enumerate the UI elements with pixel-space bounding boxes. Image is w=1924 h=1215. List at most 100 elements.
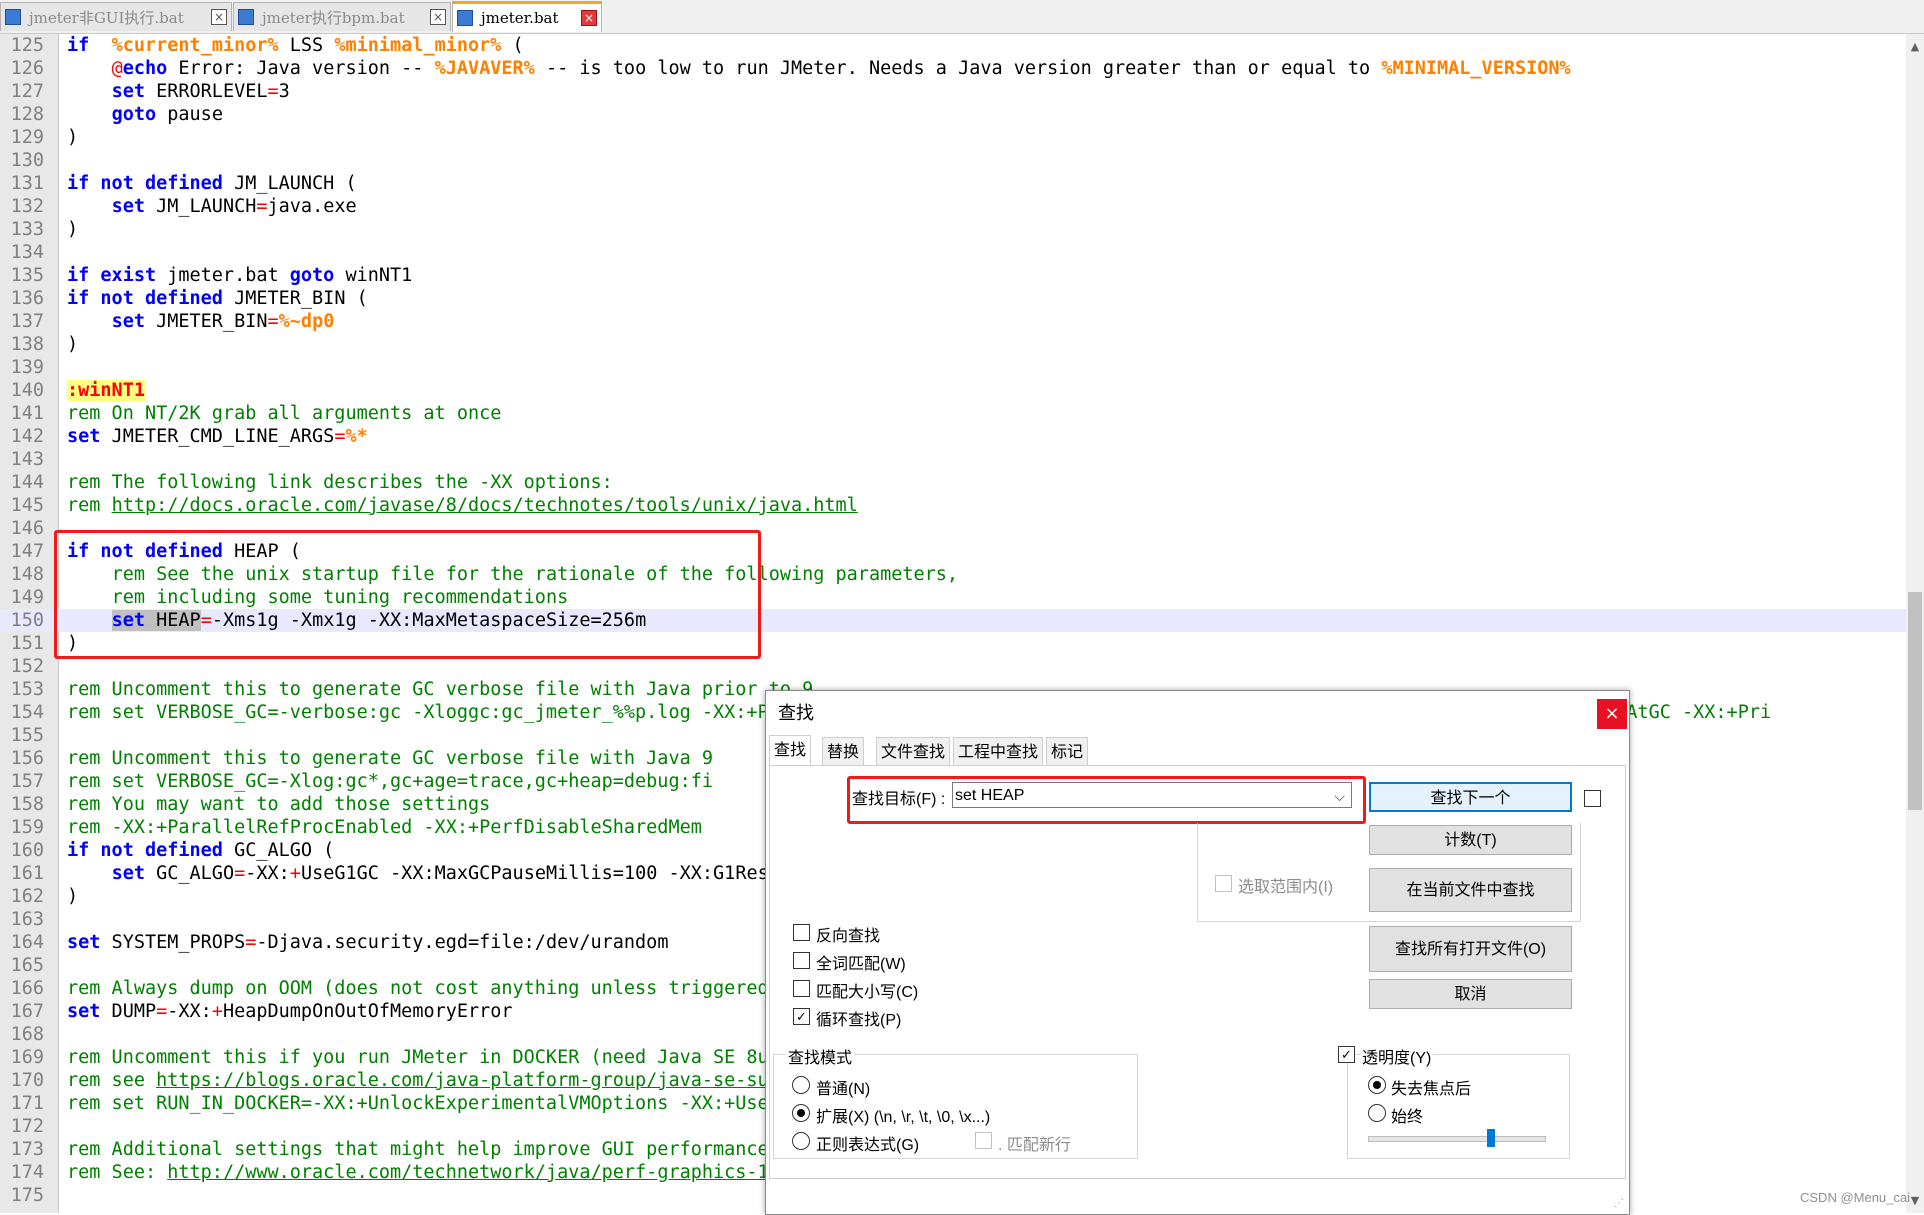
on-lose-focus-radio[interactable]: [1368, 1076, 1386, 1094]
match-newline-checkbox[interactable]: [975, 1132, 992, 1149]
tab-label: jmeter非GUI执行.bat: [29, 8, 184, 27]
tab-find-in-files[interactable]: 文件查找: [876, 737, 951, 766]
whole-word-checkbox[interactable]: [793, 952, 810, 969]
scroll-down-icon[interactable]: ▼: [1908, 1194, 1922, 1208]
code-token: %minimal_minor%: [334, 35, 502, 56]
code-line[interactable]: 129): [0, 126, 1906, 149]
search-mode-title: 查找模式: [786, 1044, 855, 1068]
code-line[interactable]: 137 set JMETER_BIN=%~dp0: [0, 310, 1906, 333]
code-line[interactable]: 138): [0, 333, 1906, 356]
transparency-checkbox[interactable]: ✓: [1338, 1046, 1355, 1063]
cancel-button[interactable]: 取消: [1369, 979, 1572, 1009]
save-file-icon: [457, 10, 473, 26]
code-token: rem see: [67, 1070, 157, 1091]
tab-file-2[interactable]: jmeter执行bpm.bat ×: [233, 2, 451, 31]
code-text: rem Always dump on OOM (does not cost an…: [67, 977, 780, 1000]
code-token: http://docs.oracle.com/javase/8/docs/tec…: [111, 495, 858, 516]
tab-find-in-projects[interactable]: 工程中查找: [953, 737, 1044, 766]
resize-grip-icon[interactable]: ⋰: [1614, 1198, 1624, 1209]
line-number: 125: [10, 35, 44, 56]
whole-word-label: 全词匹配(W): [816, 956, 906, 973]
close-icon[interactable]: ×: [581, 10, 597, 26]
code-line[interactable]: 142 set JMETER_CMD_LINE_ARGS=%*: [0, 425, 1906, 448]
code-token: HeapDumpOnOutOfMemoryError: [222, 1001, 513, 1022]
code-token: rem On NT/2K grab all arguments at once: [67, 403, 502, 424]
code-line[interactable]: 140:winNT1: [0, 379, 1906, 402]
code-text: ): [67, 885, 78, 908]
mode-extended-radio[interactable]: [792, 1104, 810, 1122]
code-token: winNT1: [334, 265, 413, 286]
code-line[interactable]: 141 rem On NT/2K grab all arguments at on…: [0, 402, 1906, 425]
tab-bar: jmeter非GUI执行.bat × jmeter执行bpm.bat × jme…: [0, 0, 1924, 34]
backward-checkbox[interactable]: [793, 924, 810, 941]
transparency-slider[interactable]: [1368, 1136, 1546, 1142]
mode-regex-radio[interactable]: [792, 1132, 810, 1150]
close-icon[interactable]: ×: [211, 9, 227, 25]
code-line[interactable]: 128 goto pause: [0, 103, 1906, 126]
close-icon[interactable]: ×: [1597, 699, 1627, 729]
code-line[interactable]: 144 rem The following link describes the …: [0, 471, 1906, 494]
close-icon[interactable]: ×: [430, 9, 446, 25]
code-line[interactable]: 136 if not defined JMETER_BIN (: [0, 287, 1906, 310]
extra-checkbox[interactable]: [1584, 790, 1601, 807]
count-button[interactable]: 计数(T): [1369, 825, 1572, 855]
match-newline-label: . 匹配新行: [998, 1137, 1071, 1154]
code-line[interactable]: 135 if exist jmeter.bat goto winNT1: [0, 264, 1906, 287]
code-token: ): [67, 127, 79, 148]
highlight-box-search: [847, 776, 1366, 824]
code-text: rem -XX:+ParallelRefProcEnabled -XX:+Per…: [67, 816, 702, 839]
tab-mark[interactable]: 标记: [1046, 737, 1089, 766]
code-token: rem You may want to add those settings: [67, 794, 491, 815]
wrap-around-checkbox[interactable]: ✓: [793, 1008, 810, 1025]
tab-file-3[interactable]: jmeter.bat ×: [452, 1, 602, 32]
line-number: 132: [10, 196, 44, 217]
code-token: ): [67, 219, 79, 240]
find-all-open-files-button[interactable]: 查找所有打开文件(O): [1369, 926, 1572, 972]
code-line[interactable]: 143: [0, 448, 1906, 471]
in-selection-checkbox[interactable]: [1215, 875, 1232, 892]
save-file-icon: [238, 9, 254, 25]
code-line[interactable]: 127 set ERRORLEVEL=3: [0, 80, 1906, 103]
code-line[interactable]: 134: [0, 241, 1906, 264]
code-text: set DUMP=-XX:+HeapDumpOnOutOfMemoryError: [67, 1000, 513, 1023]
code-line[interactable]: 132 set JM_LAUNCH=java.exe: [0, 195, 1906, 218]
code-token: set: [111, 196, 145, 217]
always-radio[interactable]: [1368, 1104, 1386, 1122]
backward-label: 反向查找: [816, 928, 881, 945]
line-number: 145: [10, 495, 44, 516]
code-line[interactable]: 133): [0, 218, 1906, 241]
code-token: set: [67, 932, 101, 953]
tab-replace[interactable]: 替换: [822, 737, 865, 766]
code-token: if not defined: [67, 288, 223, 309]
match-case-checkbox[interactable]: [793, 980, 810, 997]
match-case-label: 匹配大小写(C): [816, 984, 919, 1001]
code-token: echo: [122, 58, 168, 79]
find-in-current-file-button[interactable]: 在当前文件中查找: [1369, 868, 1572, 912]
code-line[interactable]: 139: [0, 356, 1906, 379]
line-number: 173: [10, 1139, 44, 1160]
scroll-up-icon[interactable]: ▲: [1908, 40, 1922, 54]
code-line[interactable]: 125 if %current_minor% LSS %minimal_minor…: [0, 34, 1906, 57]
find-next-button[interactable]: 查找下一个: [1369, 782, 1572, 812]
tab-file-1[interactable]: jmeter非GUI执行.bat ×: [0, 2, 232, 31]
line-number: 127: [10, 81, 44, 102]
code-line[interactable]: 130: [0, 149, 1906, 172]
line-number: 155: [10, 725, 44, 746]
mode-normal-radio[interactable]: [792, 1076, 810, 1094]
code-line[interactable]: 126 @echo Error: Java version -- %JAVAVE…: [0, 57, 1906, 80]
line-number: 138: [10, 334, 44, 355]
code-line[interactable]: 131 if not defined JM_LAUNCH (: [0, 172, 1906, 195]
code-token: ERRORLEVEL: [144, 81, 268, 102]
transparency-slider-thumb[interactable]: [1487, 1129, 1496, 1147]
code-text: rem On NT/2K grab all arguments at once: [67, 402, 501, 425]
code-token: Error: Java version --: [167, 58, 435, 79]
line-number: 158: [10, 794, 44, 815]
scrollbar-thumb[interactable]: [1908, 592, 1922, 810]
code-line[interactable]: 145 rem http://docs.oracle.com/javase/8/d…: [0, 494, 1906, 517]
line-number: 147: [10, 541, 44, 562]
tab-find[interactable]: 查找: [769, 735, 812, 767]
line-number: 137: [10, 311, 44, 332]
line-number: 135: [10, 265, 44, 286]
highlight-box-heap-block: [54, 530, 761, 659]
